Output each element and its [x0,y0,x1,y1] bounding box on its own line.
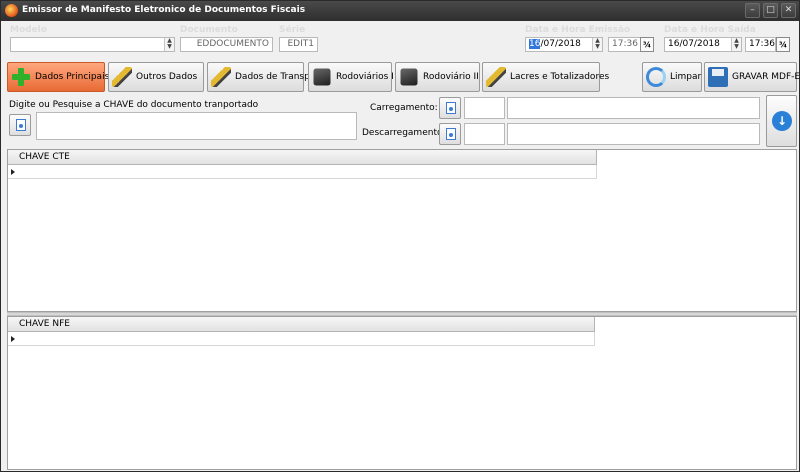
emissao-time-field[interactable]: 17:36 [608,37,641,52]
app-flame-icon [5,4,18,17]
add-chave-button[interactable]: ↓ [766,95,797,147]
saida-time-field[interactable]: 17:36 [745,37,776,52]
nfe-grid-header[interactable]: CHAVE NFE [8,317,595,332]
saida-date-field[interactable]: 16/07/2018 ▲ ▼ [664,37,742,52]
emissao-day-selected: 16 [529,39,541,49]
nfe-column-header: CHAVE NFE [19,319,70,329]
cte-grid-header[interactable]: CHAVE CTE [8,150,597,165]
header-strip: Modelo ▲ ▼ Documento EDDOCUMENTO Série E… [2,21,798,57]
maximize-button[interactable]: □ [763,3,778,18]
tab-outros-dados[interactable]: Outros Dados [108,62,204,92]
tab-label: Outros Dados [136,72,198,82]
saida-date-spin[interactable]: ▲ ▼ [731,38,741,51]
descarregamento-name-field[interactable] [507,123,760,145]
tab-rodoviarios-i[interactable]: Rodoviários I [308,62,394,92]
limpar-label: Limpar [670,72,702,82]
search-chave-button[interactable] [9,114,31,136]
document-search-icon [446,102,456,114]
row-indicator-icon [11,169,15,175]
minimize-button[interactable]: – [745,3,760,18]
descarregamento-code-field[interactable] [464,123,505,145]
carregamento-name-field[interactable] [507,97,760,119]
descarregamento-search-button[interactable] [439,123,461,145]
refresh-icon [646,67,666,87]
tab-label: Lacres e Totalizadores [510,72,610,82]
tab-dados-de-transp[interactable]: Dados de Transp. [207,62,313,92]
limpar-button[interactable]: Limpar [642,62,702,92]
spin-down-icon: ▼ [167,43,172,50]
pen-icon [112,67,132,87]
carregamento-label: Carregamento: [370,103,438,113]
emissao-date-rest: /07/2018 [540,39,581,49]
saida-calendar-icon[interactable]: ¾ [776,37,790,52]
save-icon [708,67,728,87]
nfe-grid[interactable]: CHAVE NFE [7,316,797,470]
documento-field[interactable]: EDDOCUMENTO [180,37,273,52]
title-bar: Emissor de Manifesto Eletronico de Docum… [1,1,799,21]
documento-label: Documento [180,25,238,35]
spin-down-icon: ▼ [734,43,739,50]
cte-column-header: CHAVE CTE [19,152,70,162]
modelo-label: Modelo [10,25,47,35]
carregamento-search-button[interactable] [439,97,461,119]
serie-field[interactable]: EDIT1 [279,37,318,52]
tab-rodoviario-ii[interactable]: Rodoviário II [395,62,480,92]
cube-icon [313,68,331,86]
pen-icon [211,67,231,87]
table-row[interactable] [8,165,597,179]
carregamento-code-field[interactable] [464,97,505,119]
emissao-label: Data e Hora Emissão [525,25,631,35]
descarregamento-label: Descarregamento: [362,128,446,138]
tab-dados-principais[interactable]: Dados Principais [7,62,109,92]
table-row[interactable] [8,332,595,346]
gravar-label: GRAVAR MDF-E [732,72,800,82]
cube-icon [400,68,418,86]
emissao-date-field[interactable]: 16/07/2018 ▲ ▼ [525,37,603,52]
spin-down-icon: ▼ [595,43,600,50]
window-title: Emissor de Manifesto Eletronico de Docum… [22,5,306,15]
plus-icon [11,67,31,87]
tab-label: Dados de Transp. [235,72,313,82]
document-search-icon [446,128,456,140]
modelo-select[interactable]: ▲ ▼ [10,37,175,52]
saida-date-value: 16/07/2018 [668,39,720,49]
serie-label: Série [279,25,306,35]
main-window: Emissor de Manifesto Eletronico de Docum… [0,0,800,472]
pen-icon [486,67,506,87]
gravar-mdfe-button[interactable]: GRAVAR MDF-E [704,62,800,92]
arrow-down-icon: ↓ [772,111,792,131]
close-button[interactable]: ✕ [781,3,796,18]
row-indicator-icon [11,336,15,342]
document-search-icon [16,119,26,131]
modelo-spin[interactable]: ▲ ▼ [164,38,174,51]
chave-prompt-label: Digite ou Pesquise a CHAVE do documento … [9,100,259,110]
tab-label: Dados Principais [35,72,110,82]
emissao-date-spin[interactable]: ▲ ▼ [592,38,602,51]
tab-label: Rodoviários I [336,72,394,82]
chave-input[interactable] [36,112,357,140]
tab-lacres-totalizadores[interactable]: Lacres e Totalizadores [482,62,609,92]
cte-grid[interactable]: CHAVE CTE [7,149,797,312]
saida-label: Data e Hora Saída [664,25,756,35]
tab-label: Rodoviário II [423,72,479,82]
emissao-calendar-icon[interactable]: ¾ [640,37,654,52]
